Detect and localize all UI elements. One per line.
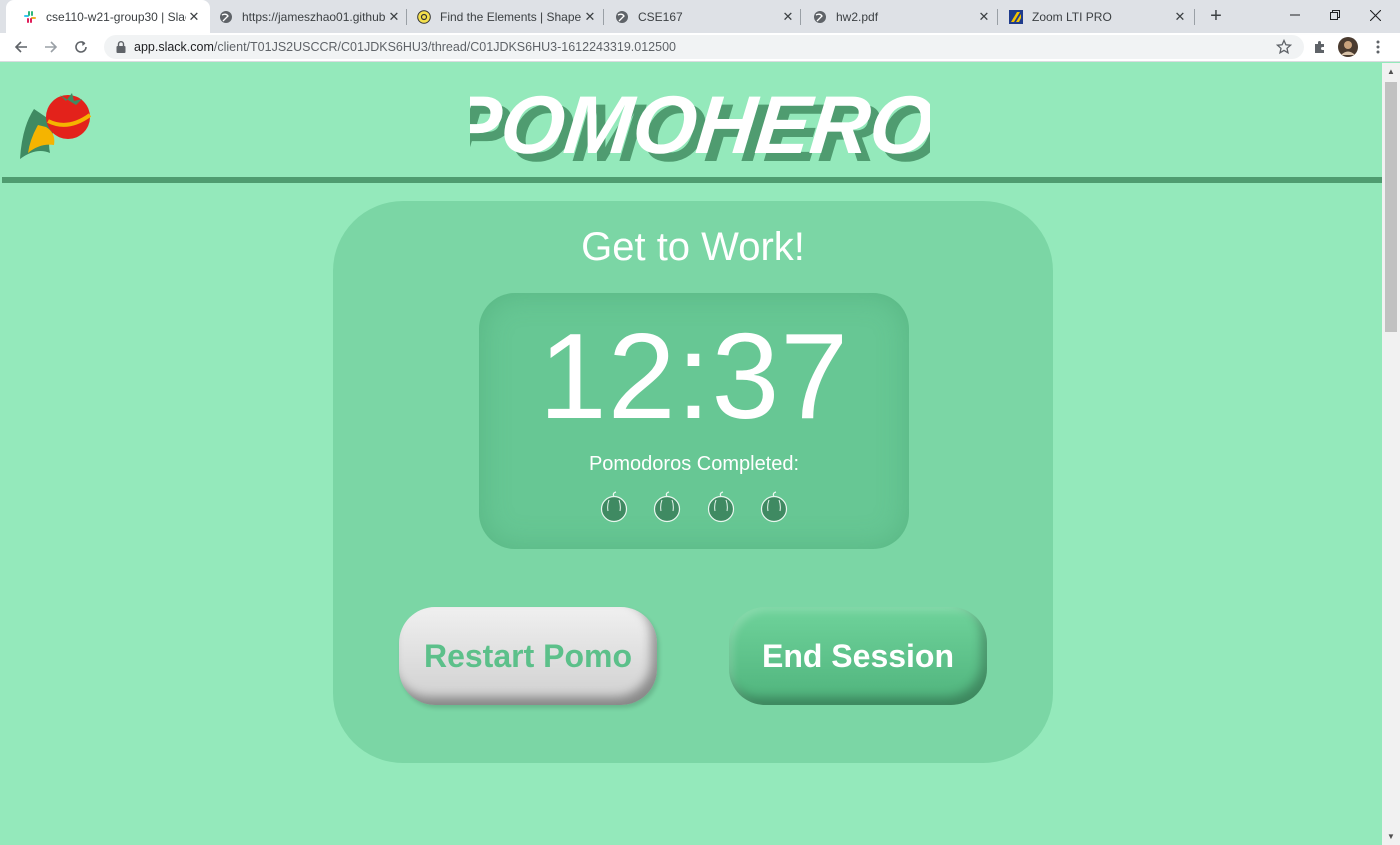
back-icon[interactable] (10, 36, 32, 58)
address-bar[interactable]: app.slack.com/client/T01JS2USCCR/C01JDKS… (104, 35, 1304, 59)
tab-cse167[interactable]: CSE167 ✕ (598, 0, 804, 33)
tomato-icon (600, 491, 628, 523)
pomohero-brand-logo: POMOHERO POMOHERO (470, 80, 930, 177)
globe-icon (812, 9, 828, 25)
globe-icon (614, 9, 630, 25)
tab-github[interactable]: https://jameszhao01.github.io ✕ (202, 0, 410, 33)
globe-icon (218, 9, 234, 25)
forward-icon[interactable] (40, 36, 62, 58)
lock-icon (114, 40, 128, 54)
tomato-icon (707, 491, 734, 523)
tab-title: cse110-w21-group30 | Slack (46, 9, 186, 24)
panel-title: Get to Work! (581, 225, 805, 269)
url-host: app.slack.com (134, 40, 214, 54)
timer-display: 12:37 (538, 308, 850, 444)
page-scrollbar[interactable]: ▲ ▼ (1382, 63, 1400, 845)
tab-title: CSE167 (638, 9, 683, 24)
browser-tab-strip: cse110-w21-group30 | Slack ✕ https://jam… (0, 0, 1400, 33)
url-path: /client/T01JS2USCCR/C01JDKS6HU3/thread/C… (213, 40, 676, 54)
shapeup-icon (416, 9, 432, 25)
extensions-icon[interactable] (1310, 37, 1330, 57)
bookmark-star-icon[interactable] (1274, 37, 1294, 57)
zoom-lti-icon (1008, 9, 1024, 25)
slack-icon (22, 9, 38, 25)
tab-title: Zoom LTI PRO (1032, 9, 1112, 24)
close-tab-icon[interactable]: ✕ (186, 9, 202, 25)
tab-divider (1194, 9, 1195, 25)
close-tab-icon[interactable]: ✕ (582, 9, 598, 25)
restart-pomo-button[interactable]: Restart Pomo (399, 607, 657, 705)
end-session-button[interactable]: End Session (729, 607, 987, 705)
app-header: POMOHERO POMOHERO (0, 63, 1382, 177)
tomato-icon (760, 491, 788, 523)
tab-title: hw2.pdf (836, 9, 879, 24)
pomodoro-tomato-list (599, 491, 789, 525)
session-panel: Get to Work! 12:37 Pomodoros Completed: … (333, 201, 1053, 763)
close-tab-icon[interactable]: ✕ (780, 9, 796, 25)
header-divider (2, 177, 1382, 183)
pomohero-page: POMOHERO POMOHERO Get to Work! 12:37 Pom… (0, 63, 1382, 845)
reload-icon[interactable] (70, 36, 92, 58)
avatar[interactable] (1338, 37, 1358, 57)
tomato-hero-logo-icon (16, 87, 96, 163)
pomodoros-completed-label: Pomodoros Completed: (588, 453, 800, 475)
scroll-down-arrow-icon[interactable]: ▼ (1382, 828, 1400, 845)
tab-hw2[interactable]: hw2.pdf ✕ (796, 0, 1000, 33)
timer-box: 12:37 Pomodoros Completed: (479, 293, 909, 549)
close-tab-icon[interactable]: ✕ (976, 9, 992, 25)
tab-shapeup[interactable]: Find the Elements | Shape Up ✕ (400, 0, 606, 33)
browser-menu-icon[interactable] (1368, 37, 1388, 57)
scrollbar-thumb[interactable] (1385, 82, 1397, 332)
browser-toolbar: app.slack.com/client/T01JS2USCCR/C01JDKS… (0, 33, 1400, 62)
close-tab-icon[interactable]: ✕ (1172, 9, 1188, 25)
scroll-up-arrow-icon[interactable]: ▲ (1382, 63, 1400, 80)
tomato-icon (654, 491, 681, 523)
new-tab-button[interactable]: + (1204, 4, 1228, 28)
tab-zoom-lti[interactable]: Zoom LTI PRO ✕ (992, 0, 1196, 33)
tab-title: https://jameszhao01.github.io (242, 9, 386, 24)
tab-title: Find the Elements | Shape Up (440, 9, 582, 24)
tab-slack[interactable]: cse110-w21-group30 | Slack ✕ (6, 0, 210, 33)
brand-text: POMOHERO (470, 80, 930, 171)
close-window-icon[interactable] (1352, 0, 1398, 30)
